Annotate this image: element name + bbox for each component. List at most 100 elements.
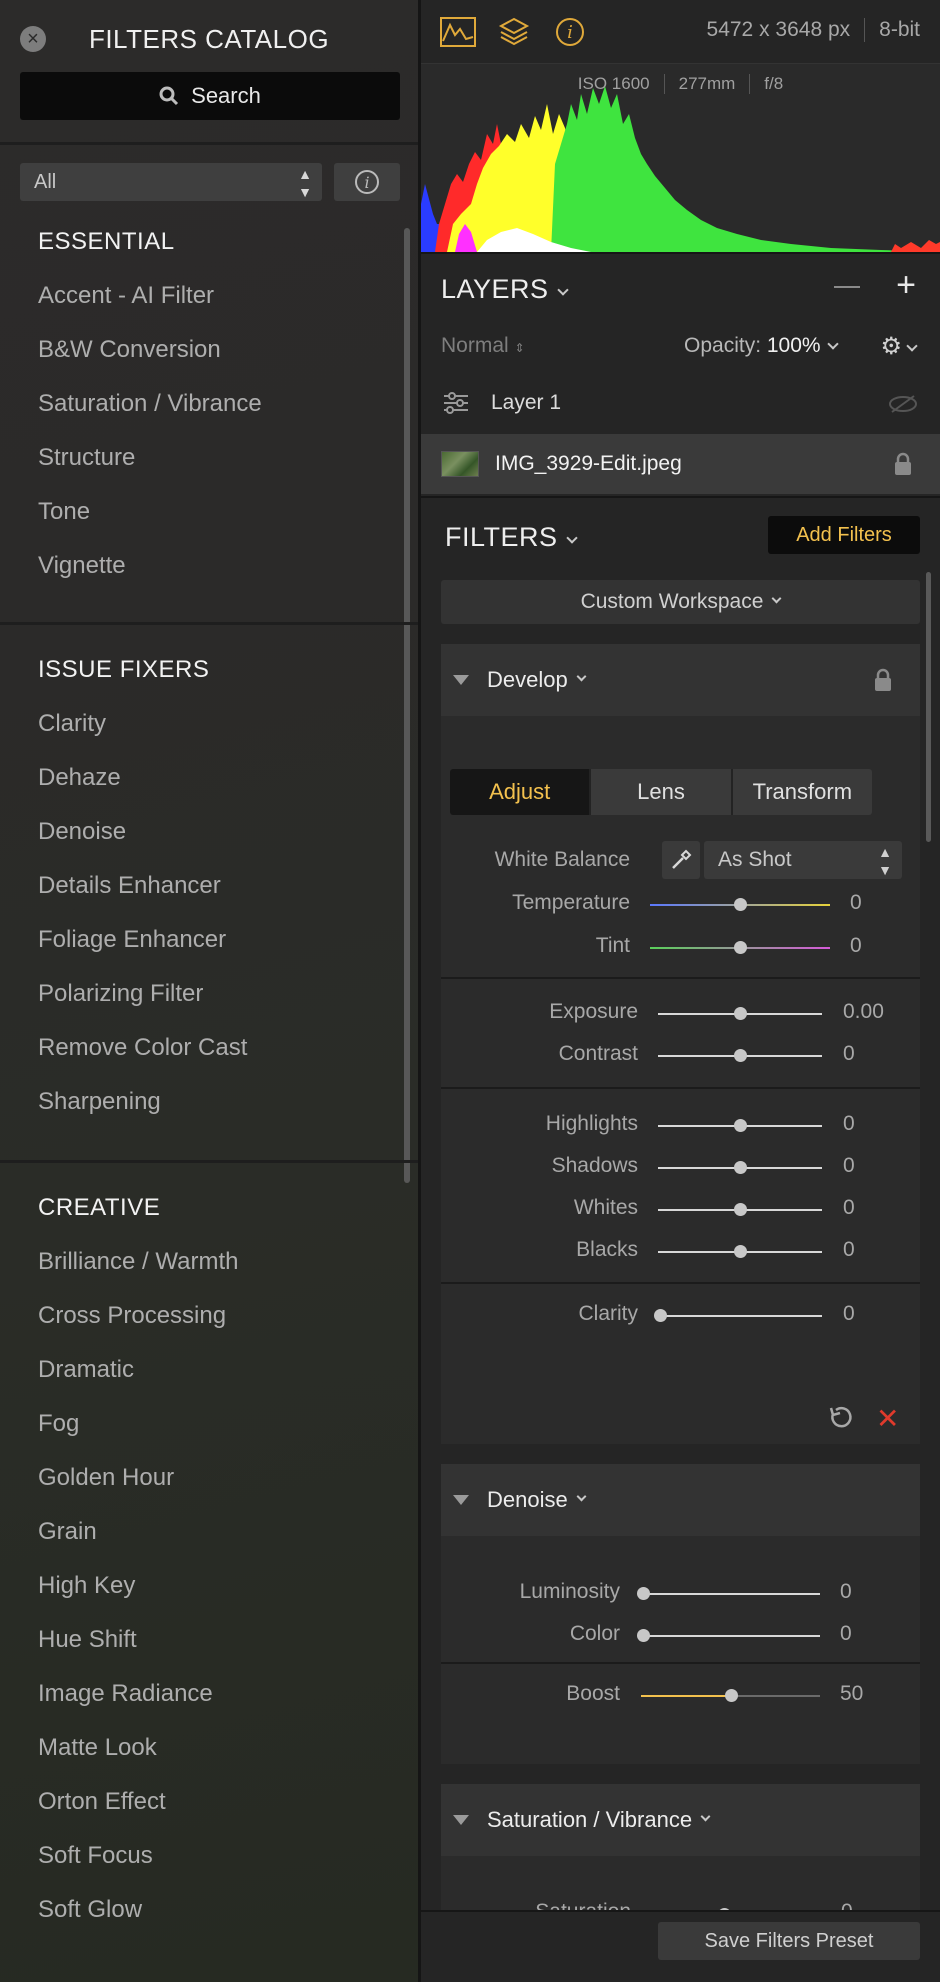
- slider-knob-color[interactable]: [637, 1629, 650, 1642]
- catalog-item-orton-effect[interactable]: Orton Effect: [38, 1788, 238, 1842]
- save-filters-preset-button[interactable]: Save Filters Preset: [658, 1922, 920, 1960]
- catalog-item-details-enhancer[interactable]: Details Enhancer: [38, 872, 247, 926]
- catalog-scrollbar[interactable]: [404, 228, 410, 1183]
- blend-mode-value: Normal: [441, 334, 509, 357]
- slider-knob-luminosity[interactable]: [637, 1587, 650, 1600]
- slider-track-luminosity[interactable]: [643, 1593, 820, 1595]
- catalog-item-high-key[interactable]: High Key: [38, 1572, 238, 1626]
- category-select[interactable]: All ▲ ▼: [20, 163, 322, 201]
- slider-label-whites: Whites: [573, 1196, 638, 1219]
- slider-knob-whites[interactable]: [734, 1203, 747, 1216]
- filters-title-dropdown[interactable]: FILTERS: [445, 522, 578, 553]
- catalog-item-soft-focus[interactable]: Soft Focus: [38, 1842, 238, 1896]
- catalog-item-image-radiance[interactable]: Image Radiance: [38, 1680, 238, 1734]
- updown-chevron-icon: ▲ ▼: [298, 166, 312, 200]
- info-top-bar: i 5472 x 3648 px 8-bit: [421, 0, 940, 64]
- slider-knob-clarity[interactable]: [654, 1309, 667, 1322]
- histogram-toggle-button[interactable]: [439, 14, 477, 50]
- catalog-item-clarity[interactable]: Clarity: [38, 710, 247, 764]
- catalog-item-denoise[interactable]: Denoise: [38, 818, 247, 872]
- slider-knob-blacks[interactable]: [734, 1245, 747, 1258]
- slider-knob-highlights[interactable]: [734, 1119, 747, 1132]
- slider-knob-shadows[interactable]: [734, 1161, 747, 1174]
- chevron-down-icon: [565, 532, 578, 544]
- catalog-item-hue-shift[interactable]: Hue Shift: [38, 1626, 238, 1680]
- remove-layer-button[interactable]: [834, 286, 860, 288]
- denoise-group-header[interactable]: Denoise: [441, 1464, 920, 1536]
- slider-knob-temperature[interactable]: [734, 898, 747, 911]
- opacity-value: 100%: [766, 334, 821, 357]
- catalog-info-button[interactable]: i: [334, 163, 400, 201]
- catalog-divider: [0, 622, 418, 625]
- bit-depth-text: 8-bit: [879, 18, 920, 41]
- layers-title-dropdown[interactable]: LAYERS: [441, 274, 569, 305]
- workspace-select[interactable]: Custom Workspace: [441, 580, 920, 624]
- slider-value-contrast: 0: [843, 1042, 855, 1065]
- catalog-item-remove-color-cast[interactable]: Remove Color Cast: [38, 1034, 247, 1088]
- layer-row[interactable]: Layer 1: [421, 380, 940, 426]
- catalog-title: FILTERS CATALOG: [88, 24, 330, 54]
- search-placeholder: Search: [191, 83, 261, 108]
- tab-adjust[interactable]: Adjust: [450, 769, 592, 815]
- slider-knob-tint[interactable]: [734, 941, 747, 954]
- filters-scrollbar[interactable]: [926, 572, 931, 842]
- catalog-item-matte-look[interactable]: Matte Look: [38, 1734, 238, 1788]
- white-balance-select[interactable]: As Shot ▲ ▼: [704, 841, 902, 879]
- info-icon: i: [355, 170, 379, 194]
- denoise-group-body: [441, 1536, 920, 1764]
- tab-transform[interactable]: Transform: [733, 769, 872, 815]
- blend-mode-select[interactable]: Normal ⇕: [441, 334, 525, 358]
- catalog-item-accent-ai[interactable]: Accent - AI Filter: [38, 282, 262, 336]
- catalog-item-polarizing-filter[interactable]: Polarizing Filter: [38, 980, 247, 1034]
- catalog-item-soft-glow[interactable]: Soft Glow: [38, 1896, 238, 1950]
- slider-knob-exposure[interactable]: [734, 1007, 747, 1020]
- catalog-item-foliage-enhancer[interactable]: Foliage Enhancer: [38, 926, 247, 980]
- lock-icon[interactable]: [874, 668, 892, 692]
- develop-group-header[interactable]: Develop: [441, 644, 920, 716]
- chevron-down-icon: [826, 338, 839, 350]
- catalog-item-fog[interactable]: Fog: [38, 1410, 238, 1464]
- info-toggle-button[interactable]: i: [551, 14, 589, 50]
- catalog-item-golden-hour[interactable]: Golden Hour: [38, 1464, 238, 1518]
- tab-lens[interactable]: Lens: [591, 769, 733, 815]
- add-filters-button[interactable]: Add Filters: [768, 516, 920, 554]
- layer-name: Layer 1: [491, 391, 562, 414]
- saturation-group-body: Saturation 0: [441, 1856, 920, 1916]
- slider-knob-contrast[interactable]: [734, 1049, 747, 1062]
- catalog-item-dehaze[interactable]: Dehaze: [38, 764, 247, 818]
- slider-track-clarity[interactable]: [660, 1315, 822, 1317]
- develop-tabs: Adjust Lens Transform: [450, 769, 872, 815]
- catalog-item-grain[interactable]: Grain: [38, 1518, 238, 1572]
- gear-icon: ⚙: [880, 333, 902, 360]
- saturation-group-header[interactable]: Saturation / Vibrance: [441, 1784, 920, 1856]
- add-layer-button[interactable]: +: [896, 266, 916, 305]
- layers-title: LAYERS: [441, 274, 549, 304]
- chevron-down-icon: [576, 1491, 587, 1501]
- opacity-control[interactable]: Opacity: 100%: [684, 334, 839, 358]
- catalog-item-saturation-vibrance[interactable]: Saturation / Vibrance: [38, 390, 262, 444]
- catalog-item-sharpening[interactable]: Sharpening: [38, 1088, 247, 1142]
- layers-toggle-button[interactable]: [495, 14, 533, 50]
- catalog-item-tone[interactable]: Tone: [38, 498, 262, 552]
- catalog-item-bw-conversion[interactable]: B&W Conversion: [38, 336, 262, 390]
- histogram-icon: [440, 17, 476, 47]
- updown-chevron-icon: ▲ ▼: [878, 844, 892, 878]
- catalog-search-input[interactable]: Search: [20, 72, 400, 120]
- image-size-text: 5472 x 3648 px: [706, 18, 851, 41]
- catalog-item-vignette[interactable]: Vignette: [38, 552, 262, 606]
- catalog-item-cross-processing[interactable]: Cross Processing: [38, 1302, 238, 1356]
- layer-settings-button[interactable]: ⚙: [880, 332, 918, 361]
- slider-label-luminosity: Luminosity: [519, 1580, 620, 1603]
- catalog-item-brilliance-warmth[interactable]: Brilliance / Warmth: [38, 1248, 238, 1302]
- delete-filter-button[interactable]: ✕: [876, 1402, 899, 1435]
- slider-knob-boost[interactable]: [724, 1689, 738, 1702]
- eyedropper-icon: [672, 849, 692, 869]
- reset-icon[interactable]: [827, 1404, 855, 1432]
- hidden-eye-icon[interactable]: [888, 394, 918, 414]
- image-layer-row[interactable]: IMG_3929-Edit.jpeg: [421, 434, 940, 494]
- catalog-item-dramatic[interactable]: Dramatic: [38, 1356, 238, 1410]
- white-balance-picker-button[interactable]: [662, 841, 700, 879]
- white-balance-value: As Shot: [718, 848, 792, 871]
- slider-track-color[interactable]: [643, 1635, 820, 1637]
- catalog-item-structure[interactable]: Structure: [38, 444, 262, 498]
